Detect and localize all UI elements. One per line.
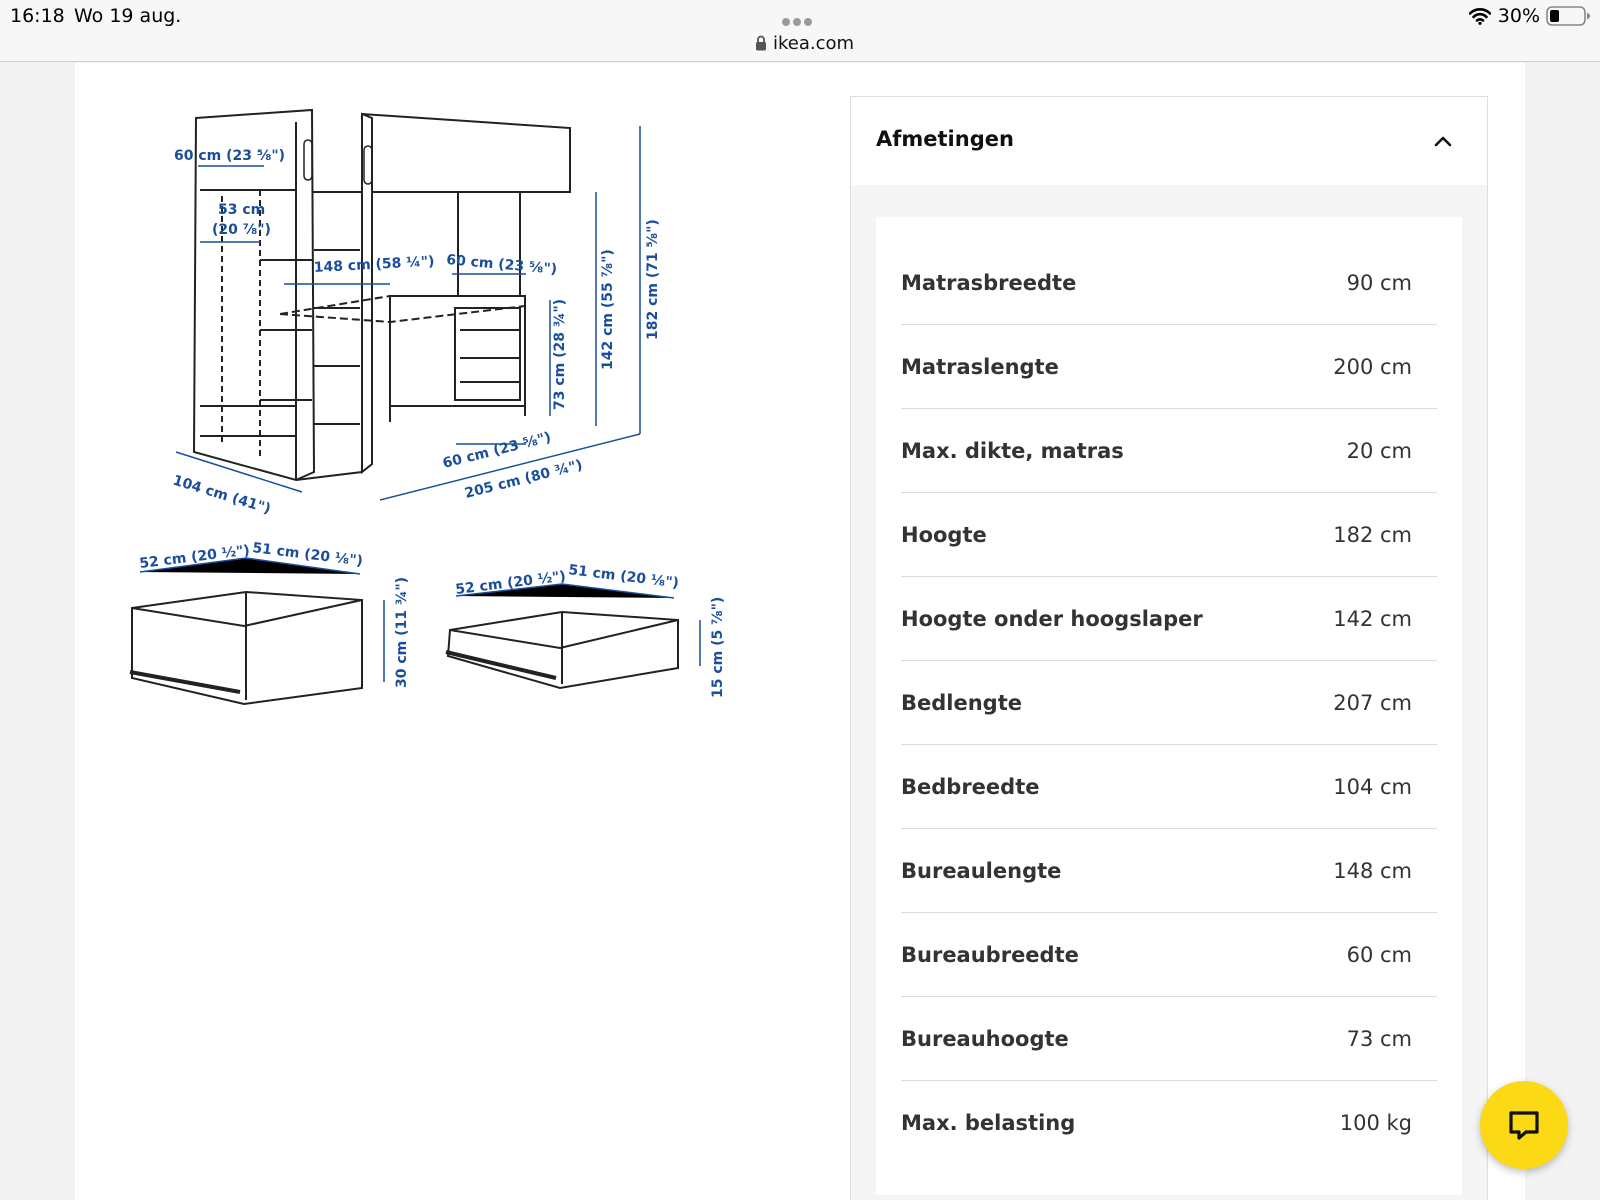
row-value: 104 cm [1333,775,1412,799]
more-dots-icon[interactable] [782,11,818,26]
battery-percentage: 30% [1497,5,1540,27]
dim-under-height: 142 cm (55 ⅞") [600,249,616,370]
panel-title: Afmetingen [876,127,1014,151]
status-date: Wo 19 aug. [74,5,182,27]
dimension-row: Matraslengte 200 cm [901,325,1437,409]
dimension-row: Bedbreedte 104 cm [901,745,1437,829]
dim-desk-length: 148 cm (58 ¼") [313,254,434,276]
row-label: Matraslengte [901,355,1059,379]
row-value: 60 cm [1346,943,1412,967]
chat-icon [1509,1111,1539,1140]
chevron-up-icon[interactable] [1431,129,1455,153]
row-value: 148 cm [1333,859,1412,883]
lock-icon [755,35,767,51]
dimension-row: Bureaulengte 148 cm [901,829,1437,913]
row-value: 182 cm [1333,523,1412,547]
row-value: 73 cm [1346,1027,1412,1051]
dimension-row: Max. dikte, matras 20 cm [901,409,1437,493]
dim-inner-width-1: 53 cm [218,202,265,218]
row-value: 142 cm [1333,607,1412,631]
dim-inner-width-2: (20 ⅞") [212,222,271,238]
row-label: Max. dikte, matras [901,439,1124,463]
dimension-row: Hoogte onder hoogslaper 142 cm [901,577,1437,661]
row-label: Max. belasting [901,1111,1076,1135]
dim-drawer1-height: 30 cm (11 ¾") [394,577,410,688]
dim-bed-width: 104 cm (41") [171,473,273,518]
dimension-diagram: 60 cm (23 ⅝") 53 cm (20 ⅞") 148 cm (58 ¼… [100,100,760,740]
row-value: 20 cm [1346,439,1412,463]
address-bar[interactable]: ikea.com [755,31,854,55]
dim-drawer2-height: 15 cm (5 ⅞") [710,597,726,698]
row-value: 207 cm [1333,691,1412,715]
dim-desk-height: 73 cm (28 ¾") [552,299,568,410]
chat-button[interactable] [1480,1081,1568,1169]
row-label: Bureauhoogte [901,1027,1069,1051]
row-value: 90 cm [1346,271,1412,295]
row-value: 200 cm [1333,355,1412,379]
dimension-row: Bedlengte 207 cm [901,661,1437,745]
row-label: Matrasbreedte [901,271,1077,295]
row-label: Bureaubreedte [901,943,1079,967]
row-value: 100 kg [1339,1111,1412,1135]
panel-header[interactable]: Afmetingen [851,97,1487,185]
status-indicators: 30% [1468,5,1590,27]
row-label: Hoogte onder hoogslaper [901,607,1203,631]
dimensions-card: Matrasbreedte 90 cm Matraslengte 200 cm … [876,217,1462,1195]
row-label: Bureaulengte [901,859,1062,883]
status-time: 16:18 [10,5,65,27]
dimension-row: Matrasbreedte 90 cm [901,241,1437,325]
battery-icon [1546,6,1590,26]
url-text: ikea.com [773,32,855,54]
dimension-row: Max. belasting 100 kg [901,1081,1437,1165]
dimension-row: Bureaubreedte 60 cm [901,913,1437,997]
row-label: Bedlengte [901,691,1022,715]
dimension-row: Bureauhoogte 73 cm [901,997,1437,1081]
dim-desk-width-bottom: 60 cm (23 ⅝") [441,429,553,471]
wifi-icon [1468,8,1491,25]
dimensions-panel: Afmetingen Matrasbreedte 90 cm Matraslen… [850,96,1488,1200]
row-label: Bedbreedte [901,775,1040,799]
status-bar: 16:18 Wo 19 aug. ikea.com 30% [0,0,1600,62]
row-label: Hoogte [901,523,987,547]
dim-top-depth: 60 cm (23 ⅝") [174,148,285,164]
dimension-row: Hoogte 182 cm [901,493,1437,577]
dim-total-height: 182 cm (71 ⅝") [645,219,661,340]
